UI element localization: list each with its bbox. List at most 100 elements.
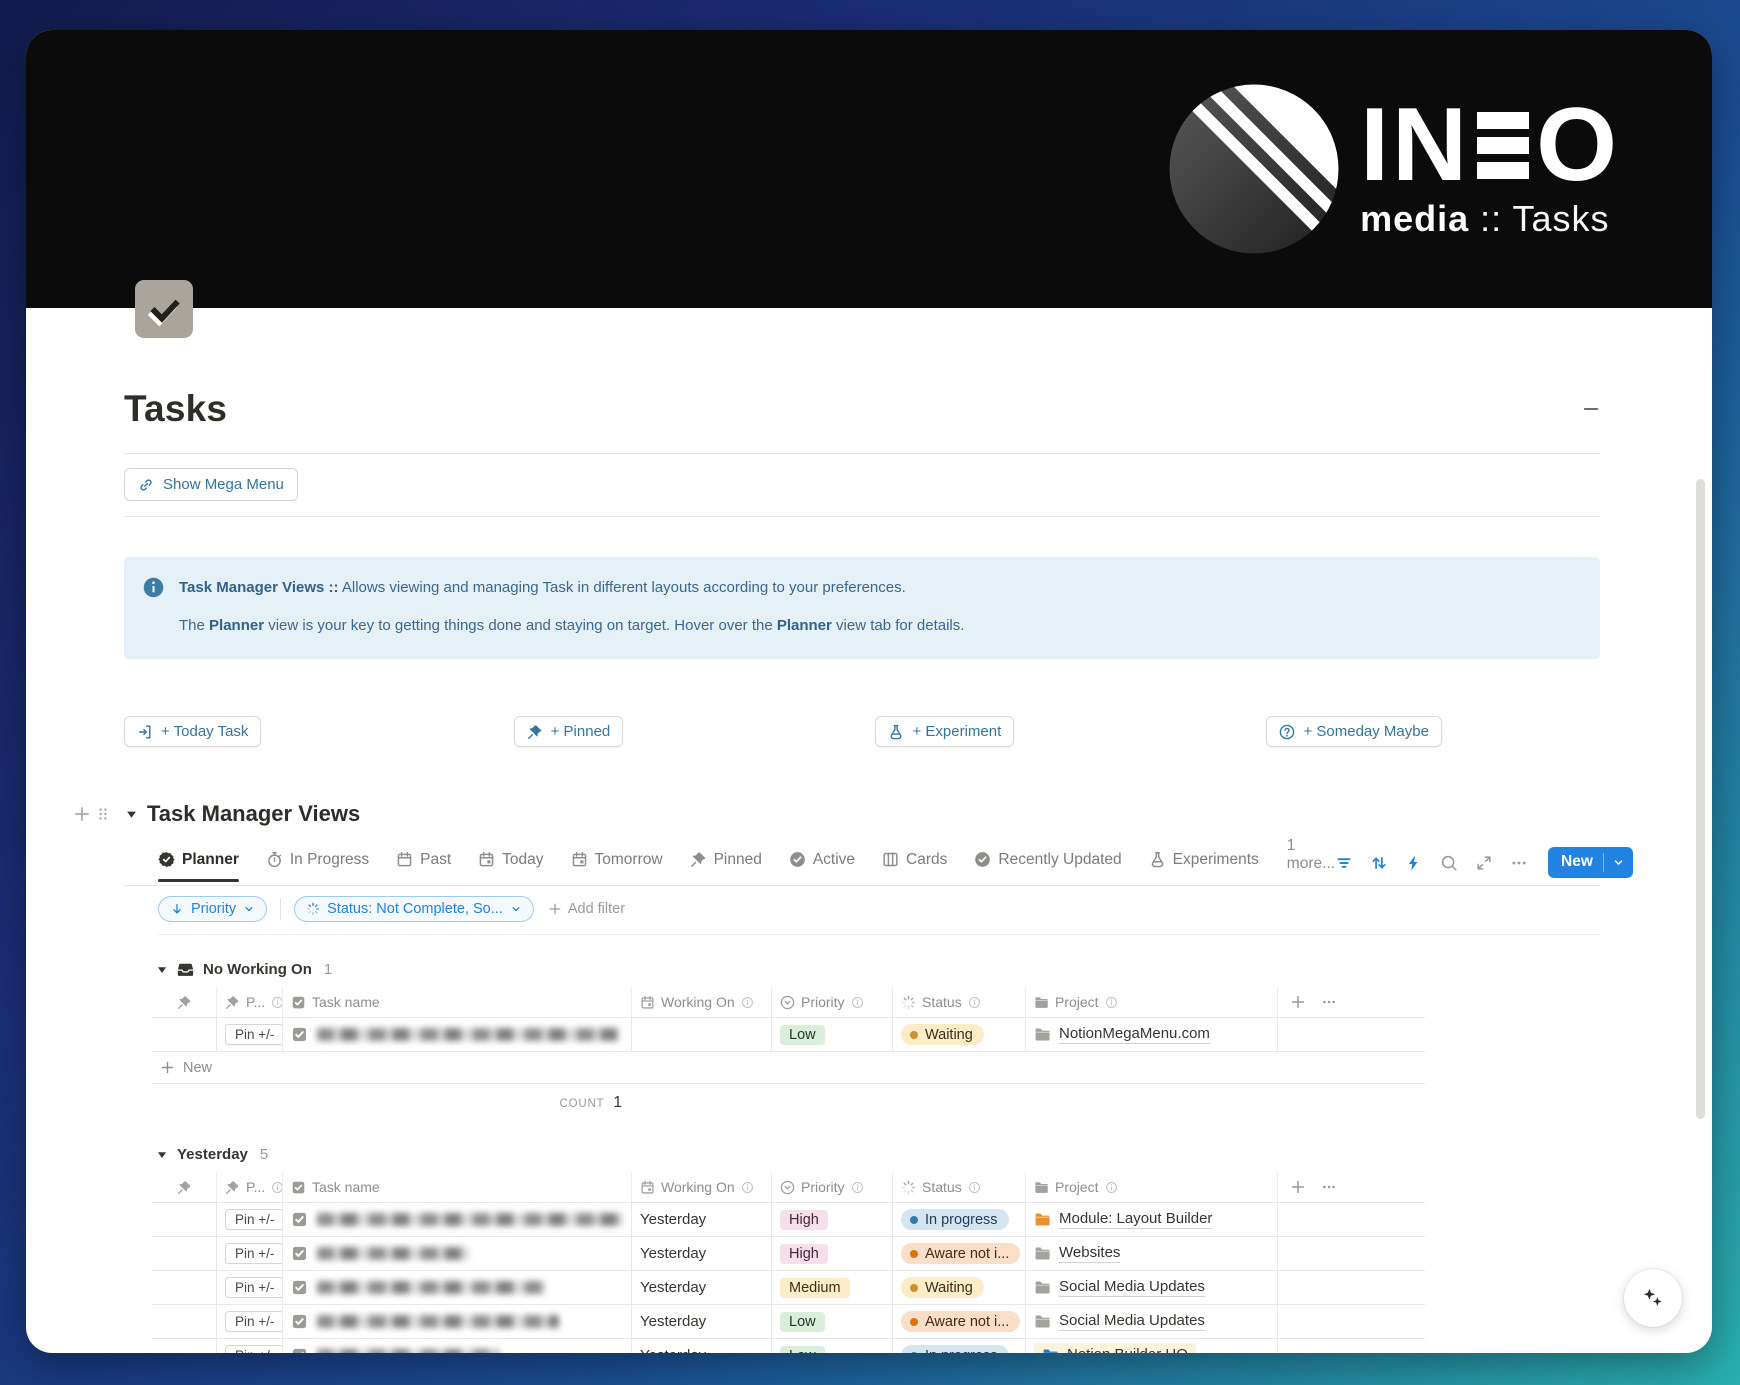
column-pinned[interactable]: P... [217, 987, 283, 1017]
cell-task-name[interactable] [283, 1237, 632, 1270]
add-column-icon[interactable] [1290, 994, 1306, 1010]
new-row-button[interactable]: New [152, 1052, 1425, 1084]
cell-pin[interactable] [152, 1339, 217, 1353]
group-name[interactable]: No Working On [203, 961, 312, 978]
table-options-icon[interactable] [1321, 1179, 1337, 1195]
cell-priority[interactable]: Medium [772, 1271, 893, 1304]
cell-task-name[interactable] [283, 1203, 632, 1236]
project-link[interactable]: Social Media Updates [1034, 1278, 1205, 1297]
cell-project[interactable]: Module: Layout Builder [1026, 1203, 1278, 1236]
new-button-caret[interactable] [1604, 847, 1633, 878]
add-column-icon[interactable] [1290, 1179, 1306, 1195]
checkbox-checked-icon[interactable] [291, 1347, 308, 1353]
cell-pin[interactable] [152, 1271, 217, 1304]
cell-pin[interactable] [152, 1018, 217, 1051]
cell-project[interactable]: Notion Builder HQ [1026, 1339, 1278, 1353]
ai-assistant-button[interactable] [1624, 1269, 1682, 1327]
cell-project[interactable]: NotionMegaMenu.com [1026, 1018, 1278, 1051]
more-options-icon[interactable] [1510, 854, 1528, 872]
pin-toggle-button[interactable]: Pin +/- [225, 1311, 283, 1332]
cell-status[interactable]: In progress [893, 1339, 1026, 1353]
column-working-on[interactable]: Working On [632, 987, 772, 1017]
checkbox-checked-icon[interactable] [291, 1313, 308, 1330]
page-title[interactable]: Tasks [124, 388, 227, 430]
search-icon[interactable] [1440, 854, 1458, 872]
cell-pin-toggle[interactable]: Pin +/- [217, 1203, 283, 1236]
tab-pinned[interactable]: Pinned [690, 842, 762, 881]
cell-status[interactable]: Waiting [893, 1018, 1026, 1051]
section-title[interactable]: Task Manager Views [147, 801, 360, 827]
column-task-name[interactable]: Task name [283, 987, 632, 1017]
cell-pin-toggle[interactable]: Pin +/- [217, 1305, 283, 1338]
quick-button-today-task[interactable]: + Today Task [124, 716, 261, 747]
bolt-icon[interactable] [1405, 854, 1423, 872]
redacted-task-name[interactable] [317, 1281, 545, 1294]
column-pin[interactable] [152, 1172, 217, 1202]
tab-experiments[interactable]: Experiments [1149, 842, 1259, 881]
minus-icon[interactable] [1582, 400, 1600, 418]
cell-working-on[interactable]: Yesterday [632, 1237, 772, 1270]
column-working-on[interactable]: Working On [632, 1172, 772, 1202]
cell-working-on[interactable]: Yesterday [632, 1271, 772, 1304]
tab-in-progress[interactable]: In Progress [266, 842, 369, 881]
cell-status[interactable]: In progress [893, 1203, 1026, 1236]
cell-priority[interactable]: Low [772, 1305, 893, 1338]
cell-status[interactable]: Aware not i... [893, 1305, 1026, 1338]
quick-button-someday-maybe[interactable]: + Someday Maybe [1266, 716, 1442, 747]
drag-handle-icon[interactable] [95, 806, 111, 822]
redacted-task-name[interactable] [317, 1315, 559, 1328]
new-button-label[interactable]: New [1548, 847, 1603, 878]
show-mega-menu-button[interactable]: Show Mega Menu [124, 468, 298, 501]
filter-chip-status-not-complete-so[interactable]: Status: Not Complete, So... [294, 896, 534, 922]
redacted-task-name[interactable] [317, 1028, 619, 1041]
cell-pin[interactable] [152, 1203, 217, 1236]
pin-toggle-button[interactable]: Pin +/- [225, 1277, 283, 1298]
count-aggregate[interactable]: COUNT1 [152, 1084, 632, 1120]
sort-icon[interactable] [1370, 854, 1388, 872]
filter-icon[interactable] [1335, 854, 1353, 872]
cell-pin-toggle[interactable]: Pin +/- [217, 1271, 283, 1304]
project-link[interactable]: Websites [1034, 1244, 1120, 1263]
cell-working-on[interactable]: Yesterday [632, 1339, 772, 1353]
cell-status[interactable]: Waiting [893, 1271, 1026, 1304]
project-link[interactable]: Notion Builder HQ [1034, 1343, 1196, 1353]
checkbox-checked-icon[interactable] [291, 1245, 308, 1262]
redacted-task-name[interactable] [317, 1213, 623, 1226]
cell-priority[interactable]: Low [772, 1018, 893, 1051]
expand-icon[interactable] [1475, 854, 1493, 872]
redacted-task-name[interactable] [317, 1247, 469, 1260]
table-options-icon[interactable] [1321, 994, 1337, 1010]
pin-toggle-button[interactable]: Pin +/- [225, 1243, 283, 1264]
more-views-button[interactable]: 1 more... [1287, 837, 1335, 885]
cell-pin-toggle[interactable]: Pin +/- [217, 1339, 283, 1353]
tab-cards[interactable]: Cards [882, 842, 947, 881]
tab-past[interactable]: Past [396, 842, 451, 881]
cell-working-on[interactable]: Yesterday [632, 1305, 772, 1338]
cell-pin-toggle[interactable]: Pin +/- [217, 1237, 283, 1270]
cell-priority[interactable]: Low [772, 1339, 893, 1353]
cell-project[interactable]: Social Media Updates [1026, 1271, 1278, 1304]
column-status[interactable]: Status [893, 987, 1026, 1017]
pin-toggle-button[interactable]: Pin +/- [225, 1024, 283, 1045]
cell-project[interactable]: Websites [1026, 1237, 1278, 1270]
project-link[interactable]: NotionMegaMenu.com [1034, 1025, 1210, 1044]
tab-planner[interactable]: Planner [158, 842, 239, 881]
project-link[interactable]: Module: Layout Builder [1034, 1210, 1212, 1229]
redacted-task-name[interactable] [317, 1349, 499, 1353]
vertical-scrollbar[interactable] [1696, 479, 1705, 1119]
project-link[interactable]: Social Media Updates [1034, 1312, 1205, 1331]
add-block-icon[interactable] [73, 805, 91, 823]
column-status[interactable]: Status [893, 1172, 1026, 1202]
cell-task-name[interactable] [283, 1305, 632, 1338]
cell-project[interactable]: Social Media Updates [1026, 1305, 1278, 1338]
cell-priority[interactable]: High [772, 1203, 893, 1236]
column-priority[interactable]: Priority [772, 1172, 893, 1202]
tab-tomorrow[interactable]: Tomorrow [571, 842, 663, 881]
group-name[interactable]: Yesterday [177, 1146, 248, 1163]
page-icon-checkmark[interactable] [135, 280, 193, 338]
cell-working-on[interactable]: Yesterday [632, 1203, 772, 1236]
column-task-name[interactable]: Task name [283, 1172, 632, 1202]
quick-button-pinned[interactable]: + Pinned [514, 716, 624, 747]
tab-recently-updated[interactable]: Recently Updated [974, 842, 1121, 881]
checkbox-checked-icon[interactable] [291, 1211, 308, 1228]
